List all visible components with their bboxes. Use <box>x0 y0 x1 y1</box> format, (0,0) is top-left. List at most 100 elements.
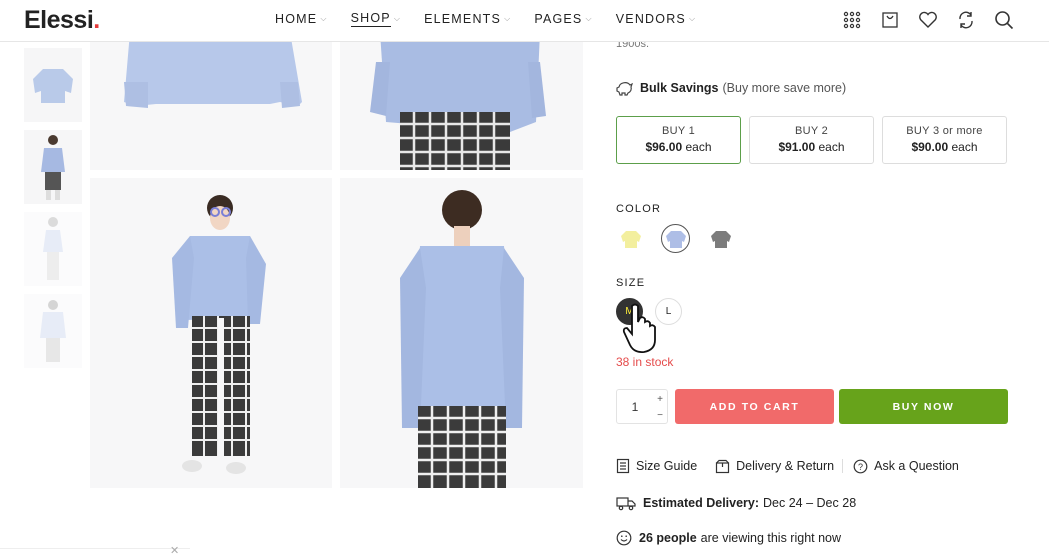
product-image-1[interactable] <box>90 42 332 170</box>
nav-item-pages[interactable]: PAGES ⌵ <box>534 11 592 27</box>
chevron-down-icon: ⌵ <box>393 14 402 23</box>
site-logo[interactable]: Elessi. <box>24 6 100 35</box>
tier-label: BUY 2 <box>794 125 829 137</box>
tier-buy-3-or-more[interactable]: BUY 3 or more $90.00 each <box>882 116 1007 164</box>
product-image-4[interactable] <box>340 178 583 488</box>
svg-text:?: ? <box>858 462 863 472</box>
viewer-count: 26 people <box>639 531 697 545</box>
thumbnail-strip <box>24 48 82 376</box>
delivery-return-label: Delivery & Return <box>736 459 835 473</box>
main-nav: HOME ⌵ SHOP ⌵ ELEMENTS ⌵ PAGES ⌵ VENDORS ⌵ <box>275 11 719 27</box>
product-links: Size Guide Delivery & Return ? Ask a Que… <box>616 458 977 474</box>
hand-cursor-icon <box>622 302 658 359</box>
quantity-minus-button[interactable]: − <box>653 407 667 423</box>
model-front-image <box>172 195 266 474</box>
bottom-notice-bar <box>0 548 190 554</box>
color-label: COLOR <box>616 203 662 215</box>
tier-price-value: $90.00 <box>911 140 949 154</box>
nav-label: ELEMENTS <box>424 12 502 26</box>
tier-unit: each <box>685 140 712 154</box>
logo-dot: . <box>93 6 100 34</box>
model-icon <box>40 300 66 362</box>
nav-item-shop[interactable]: SHOP ⌵ <box>350 11 402 27</box>
header-icons <box>840 8 1016 32</box>
stock-status: 38 in stock <box>616 355 674 369</box>
delivery-dates: Dec 24 – Dec 28 <box>763 496 857 510</box>
tier-unit: each <box>818 140 845 154</box>
shopping-bag-icon[interactable] <box>878 8 902 32</box>
truck-icon <box>616 495 636 511</box>
model-icon <box>41 135 65 200</box>
product-thumbnail[interactable] <box>24 48 82 122</box>
add-to-cart-button[interactable]: ADD TO CART <box>675 389 834 424</box>
size-guide-label: Size Guide <box>636 459 698 473</box>
smile-icon <box>616 530 632 546</box>
nav-item-vendors[interactable]: VENDORS ⌵ <box>616 11 696 27</box>
nav-item-elements[interactable]: ELEMENTS ⌵ <box>424 11 511 27</box>
model-icon <box>43 217 63 280</box>
product-image-3[interactable] <box>90 178 332 488</box>
product-image-2[interactable] <box>340 42 583 170</box>
size-guide-link[interactable]: Size Guide <box>616 458 697 474</box>
bulk-savings-note: (Buy more save more) <box>722 81 847 95</box>
chevron-down-icon: ⌵ <box>585 14 593 23</box>
tier-price: $90.00 each <box>883 140 1006 154</box>
nav-label: PAGES <box>534 12 583 26</box>
tier-price-value: $96.00 <box>645 140 683 154</box>
bulk-tiers: BUY 1 $96.00 each BUY 2 $91.00 each BUY … <box>616 116 1007 164</box>
buy-now-button[interactable]: BUY NOW <box>839 389 1008 424</box>
close-icon[interactable]: ✕ <box>170 544 179 554</box>
chevron-down-icon: ⌵ <box>320 14 328 23</box>
live-viewers: 26 people are viewing this right now <box>616 530 841 546</box>
product-thumbnail[interactable] <box>24 130 82 204</box>
tier-price: $91.00 each <box>750 140 873 154</box>
delivery-return-link[interactable]: Delivery & Return <box>715 459 834 474</box>
model-back-image <box>370 42 546 170</box>
color-swatches <box>616 224 735 253</box>
quantity-input[interactable]: 1 <box>617 390 653 423</box>
nav-label: HOME <box>275 12 318 26</box>
sweater-icon <box>665 230 686 248</box>
divider <box>842 459 844 473</box>
sweater-icon <box>620 230 641 248</box>
tier-label: BUY 3 or more <box>906 125 983 137</box>
document-icon <box>616 458 630 474</box>
product-thumbnail[interactable] <box>24 212 82 286</box>
nav-label: SHOP <box>350 11 391 27</box>
size-label: SIZE <box>616 277 646 289</box>
sweater-icon <box>710 230 731 248</box>
logo-text: Elessi <box>24 6 94 34</box>
model-back-image <box>400 190 524 488</box>
color-swatch-yellow[interactable] <box>616 224 645 253</box>
color-swatch-blue[interactable] <box>661 224 690 253</box>
tier-unit: each <box>951 140 978 154</box>
chevron-down-icon: ⌵ <box>688 14 697 23</box>
grid-icon[interactable] <box>840 8 864 32</box>
tier-price: $96.00 each <box>617 140 740 154</box>
size-option-l[interactable]: L <box>655 298 682 325</box>
bulk-savings-title: Bulk Savings <box>640 81 719 95</box>
quantity-plus-button[interactable]: + <box>653 391 667 407</box>
quantity-stepper: 1 + − <box>616 389 668 424</box>
tier-buy-1[interactable]: BUY 1 $96.00 each <box>616 116 741 164</box>
viewer-suffix: are viewing this right now <box>700 531 842 545</box>
nav-label: VENDORS <box>615 12 686 26</box>
color-swatch-gray[interactable] <box>706 224 735 253</box>
ask-question-label: Ask a Question <box>874 459 959 473</box>
product-thumbnail[interactable] <box>24 294 82 368</box>
heart-icon[interactable] <box>916 8 940 32</box>
box-icon <box>715 459 730 474</box>
compare-icon[interactable] <box>954 8 978 32</box>
tier-price-value: $91.00 <box>778 140 816 154</box>
ask-question-link[interactable]: ? Ask a Question <box>853 459 959 474</box>
site-header: Elessi. HOME ⌵ SHOP ⌵ ELEMENTS ⌵ PAGES ⌵ VEN… <box>0 0 1049 42</box>
tier-buy-2[interactable]: BUY 2 $91.00 each <box>749 116 874 164</box>
sweater-icon <box>33 69 73 103</box>
nav-item-home[interactable]: HOME ⌵ <box>275 11 328 27</box>
delivery-label: Estimated Delivery: <box>643 496 760 510</box>
bulk-savings: Bulk Savings (Buy more save more) <box>616 80 846 96</box>
piggy-bank-icon <box>616 80 634 96</box>
question-icon: ? <box>853 459 868 474</box>
search-icon[interactable] <box>992 8 1016 32</box>
chevron-down-icon: ⌵ <box>504 14 512 23</box>
